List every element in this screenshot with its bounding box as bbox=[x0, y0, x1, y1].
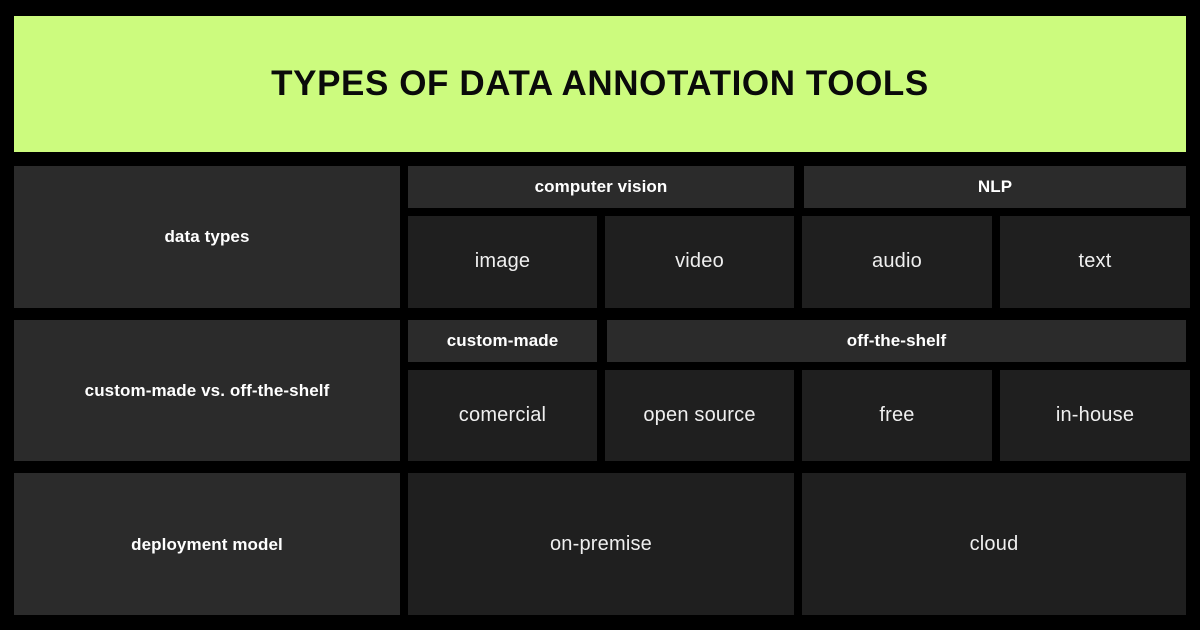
value-label: comercial bbox=[458, 404, 547, 426]
row-label-custom-made-vs-off-the-shelf: custom-made vs. off-the-shelf bbox=[14, 319, 400, 462]
value-cell-in-house: in-house bbox=[1000, 369, 1190, 462]
category-cell-computer-vision: computer vision bbox=[408, 166, 794, 208]
value-label: free bbox=[879, 404, 915, 426]
value-label: on-premise bbox=[549, 532, 653, 555]
row-label-text: custom-made vs. off-the-shelf bbox=[84, 380, 330, 400]
value-cell-free: free bbox=[802, 369, 992, 462]
table-row: custom-made vs. off-the-shelf custom-mad… bbox=[14, 319, 1190, 462]
infographic-root: TYPES OF DATA ANNOTATION TOOLS data type… bbox=[0, 0, 1200, 630]
title-banner: TYPES OF DATA ANNOTATION TOOLS bbox=[14, 16, 1186, 152]
value-label: in-house bbox=[1055, 404, 1135, 426]
value-row: comercial open source free in-house bbox=[408, 369, 1190, 462]
value-label: video bbox=[675, 250, 724, 273]
table-row: data types computer vision NLP image vid… bbox=[14, 166, 1190, 308]
value-row: on-premise cloud bbox=[408, 473, 1186, 616]
value-cell-on-premise: on-premise bbox=[408, 473, 794, 616]
table-row: deployment model on-premise cloud bbox=[14, 473, 1186, 616]
value-label: open source bbox=[643, 404, 756, 426]
value-cell-open-source: open source bbox=[605, 369, 794, 462]
value-cell-audio: audio bbox=[802, 216, 992, 308]
row-label-data-types: data types bbox=[14, 166, 400, 308]
value-cell-image: image bbox=[408, 216, 597, 308]
row-body: on-premise cloud bbox=[408, 473, 1186, 616]
row-label-deployment-model: deployment model bbox=[14, 473, 400, 616]
value-label: text bbox=[1078, 250, 1112, 273]
value-cell-cloud: cloud bbox=[802, 473, 1186, 616]
row-body: computer vision NLP image video audio te… bbox=[408, 166, 1190, 308]
row-label-text: data types bbox=[164, 227, 250, 247]
value-label: cloud bbox=[969, 532, 1019, 555]
category-header-row: computer vision NLP bbox=[408, 166, 1186, 208]
category-label: off-the-shelf bbox=[846, 330, 947, 350]
category-label: computer vision bbox=[534, 177, 668, 196]
comparison-table: data types computer vision NLP image vid… bbox=[14, 152, 1190, 616]
value-cell-comercial: comercial bbox=[408, 369, 597, 462]
row-label-text: deployment model bbox=[131, 534, 283, 554]
category-cell-nlp: NLP bbox=[804, 166, 1186, 208]
value-label: image bbox=[474, 250, 531, 273]
category-label: custom-made bbox=[446, 330, 559, 350]
value-row: image video audio text bbox=[408, 216, 1190, 308]
value-cell-text: text bbox=[1000, 216, 1190, 308]
value-label: audio bbox=[872, 250, 922, 273]
row-body: custom-made off-the-shelf comercial open… bbox=[408, 319, 1190, 462]
category-header-row: custom-made off-the-shelf bbox=[408, 319, 1186, 362]
value-cell-video: video bbox=[605, 216, 794, 308]
page-title: TYPES OF DATA ANNOTATION TOOLS bbox=[271, 63, 929, 103]
category-cell-custom-made: custom-made bbox=[408, 319, 597, 362]
category-cell-off-the-shelf: off-the-shelf bbox=[607, 319, 1186, 362]
category-label: NLP bbox=[977, 177, 1013, 196]
